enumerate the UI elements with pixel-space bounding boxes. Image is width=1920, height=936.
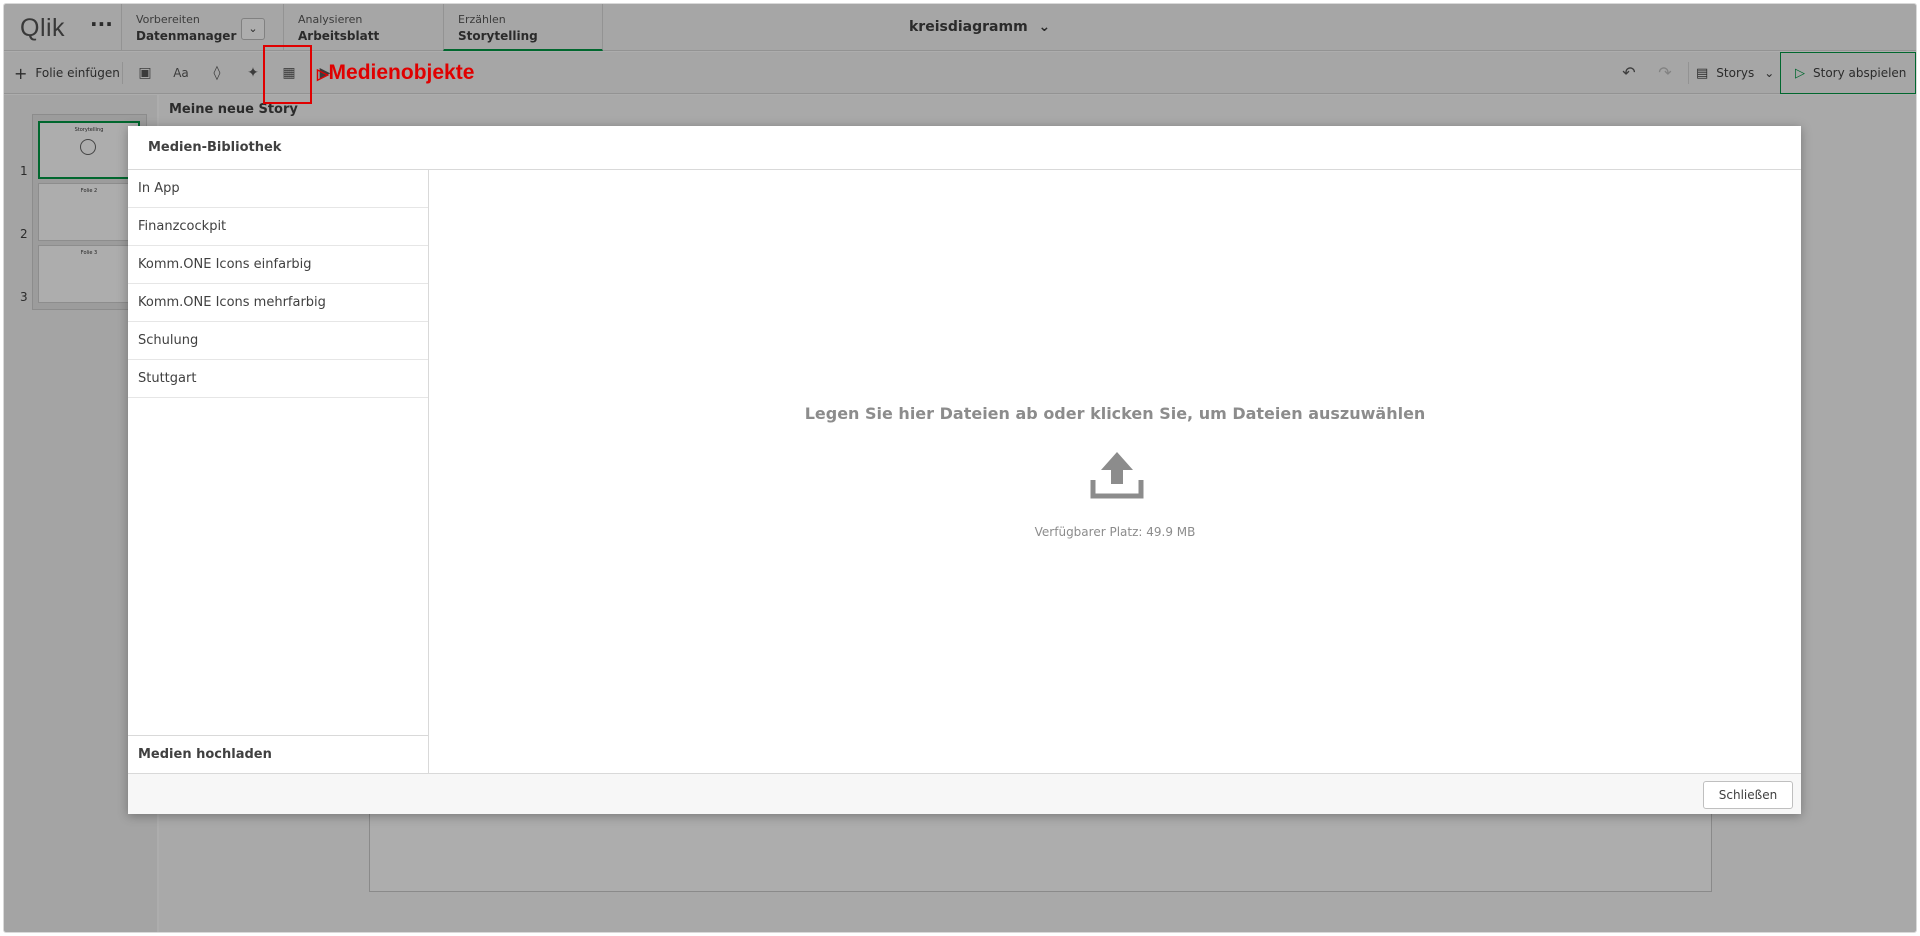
media-library-dialog: Medien-Bibliothek In App Finanzcockpit K… [128, 126, 1801, 814]
close-button[interactable]: Schließen [1703, 781, 1793, 809]
file-drop-zone[interactable]: Legen Sie hier Dateien ab oder klicken S… [429, 170, 1801, 773]
library-item-icons-mehrfarbig[interactable]: Komm.ONE Icons mehrfarbig [128, 284, 428, 322]
available-space: Verfügbarer Platz: 49.9 MB [1034, 525, 1196, 539]
dialog-title: Medien-Bibliothek [128, 126, 1801, 170]
annotation-text: Medienobjekte [328, 61, 475, 84]
app-window: Qlik ··· Vorbereiten Datenmanager ⌄ Anal… [3, 3, 1917, 933]
annotation-highlight-box [263, 45, 312, 104]
upload-icon [1090, 452, 1144, 499]
annotation-arrow-icon: ▷ [317, 66, 329, 83]
library-item-finanzcockpit[interactable]: Finanzcockpit [128, 208, 428, 246]
library-item-stuttgart[interactable]: Stuttgart [128, 360, 428, 398]
upload-media-button[interactable]: Medien hochladen [128, 735, 428, 773]
library-item-in-app[interactable]: In App [128, 170, 428, 208]
annotation-label: ▷Medienobjekte [317, 61, 474, 85]
drop-instructions: Legen Sie hier Dateien ab oder klicken S… [804, 404, 1426, 423]
library-list: In App Finanzcockpit Komm.ONE Icons einf… [128, 170, 429, 773]
library-item-icons-einfarbig[interactable]: Komm.ONE Icons einfarbig [128, 246, 428, 284]
library-item-schulung[interactable]: Schulung [128, 322, 428, 360]
dialog-footer: Schließen [128, 773, 1801, 814]
